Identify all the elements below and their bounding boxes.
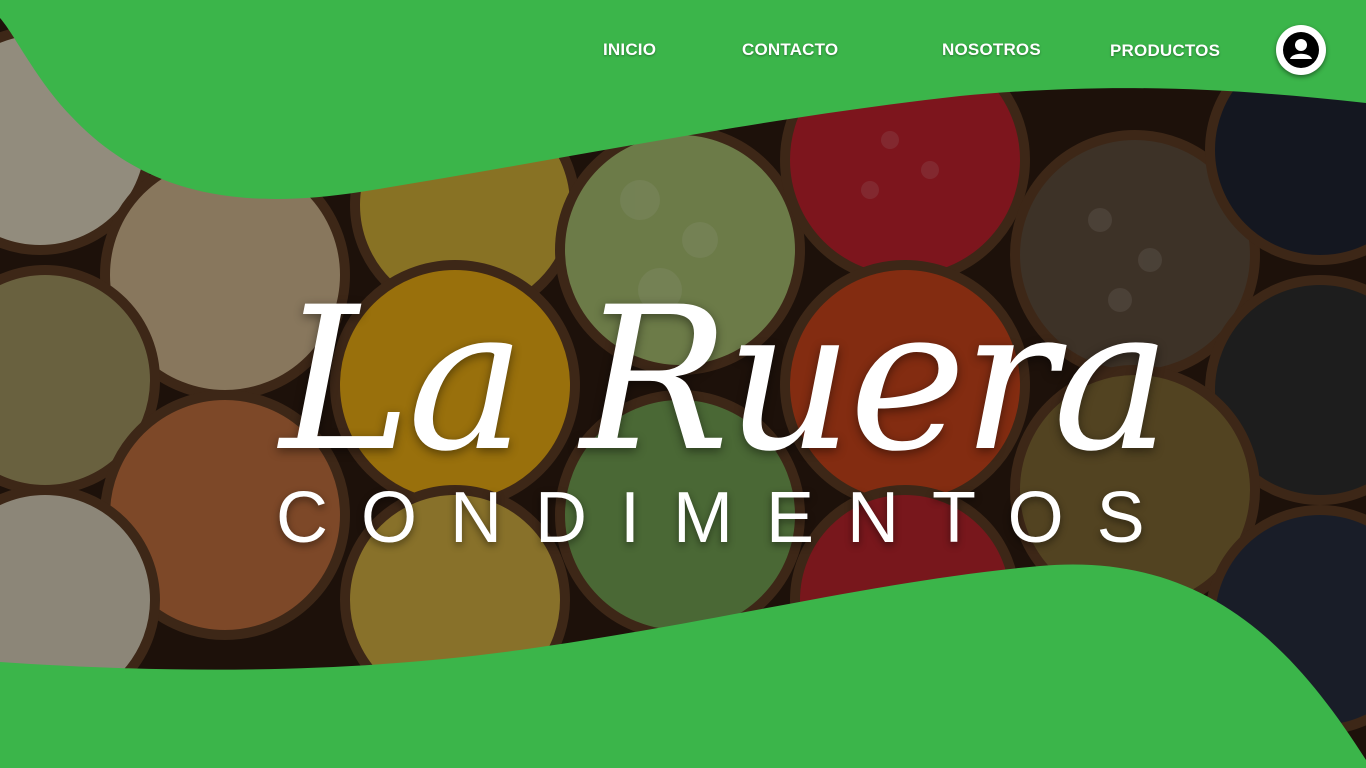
spice-bowls-background-image bbox=[0, 0, 1366, 768]
landing-page: INICIO CONTACTO NOSOTROS PRODUCTOS La Ru… bbox=[0, 0, 1366, 768]
nav-link-productos[interactable]: PRODUCTOS bbox=[1110, 41, 1220, 61]
nav-link-contacto[interactable]: CONTACTO bbox=[742, 40, 838, 60]
nav-link-inicio[interactable]: INICIO bbox=[603, 40, 656, 60]
user-circle-icon bbox=[1283, 32, 1319, 68]
nav-link-nosotros[interactable]: NOSOTROS bbox=[942, 40, 1041, 60]
profile-button[interactable] bbox=[1276, 25, 1326, 75]
main-navigation: INICIO CONTACTO NOSOTROS PRODUCTOS bbox=[0, 0, 1366, 100]
